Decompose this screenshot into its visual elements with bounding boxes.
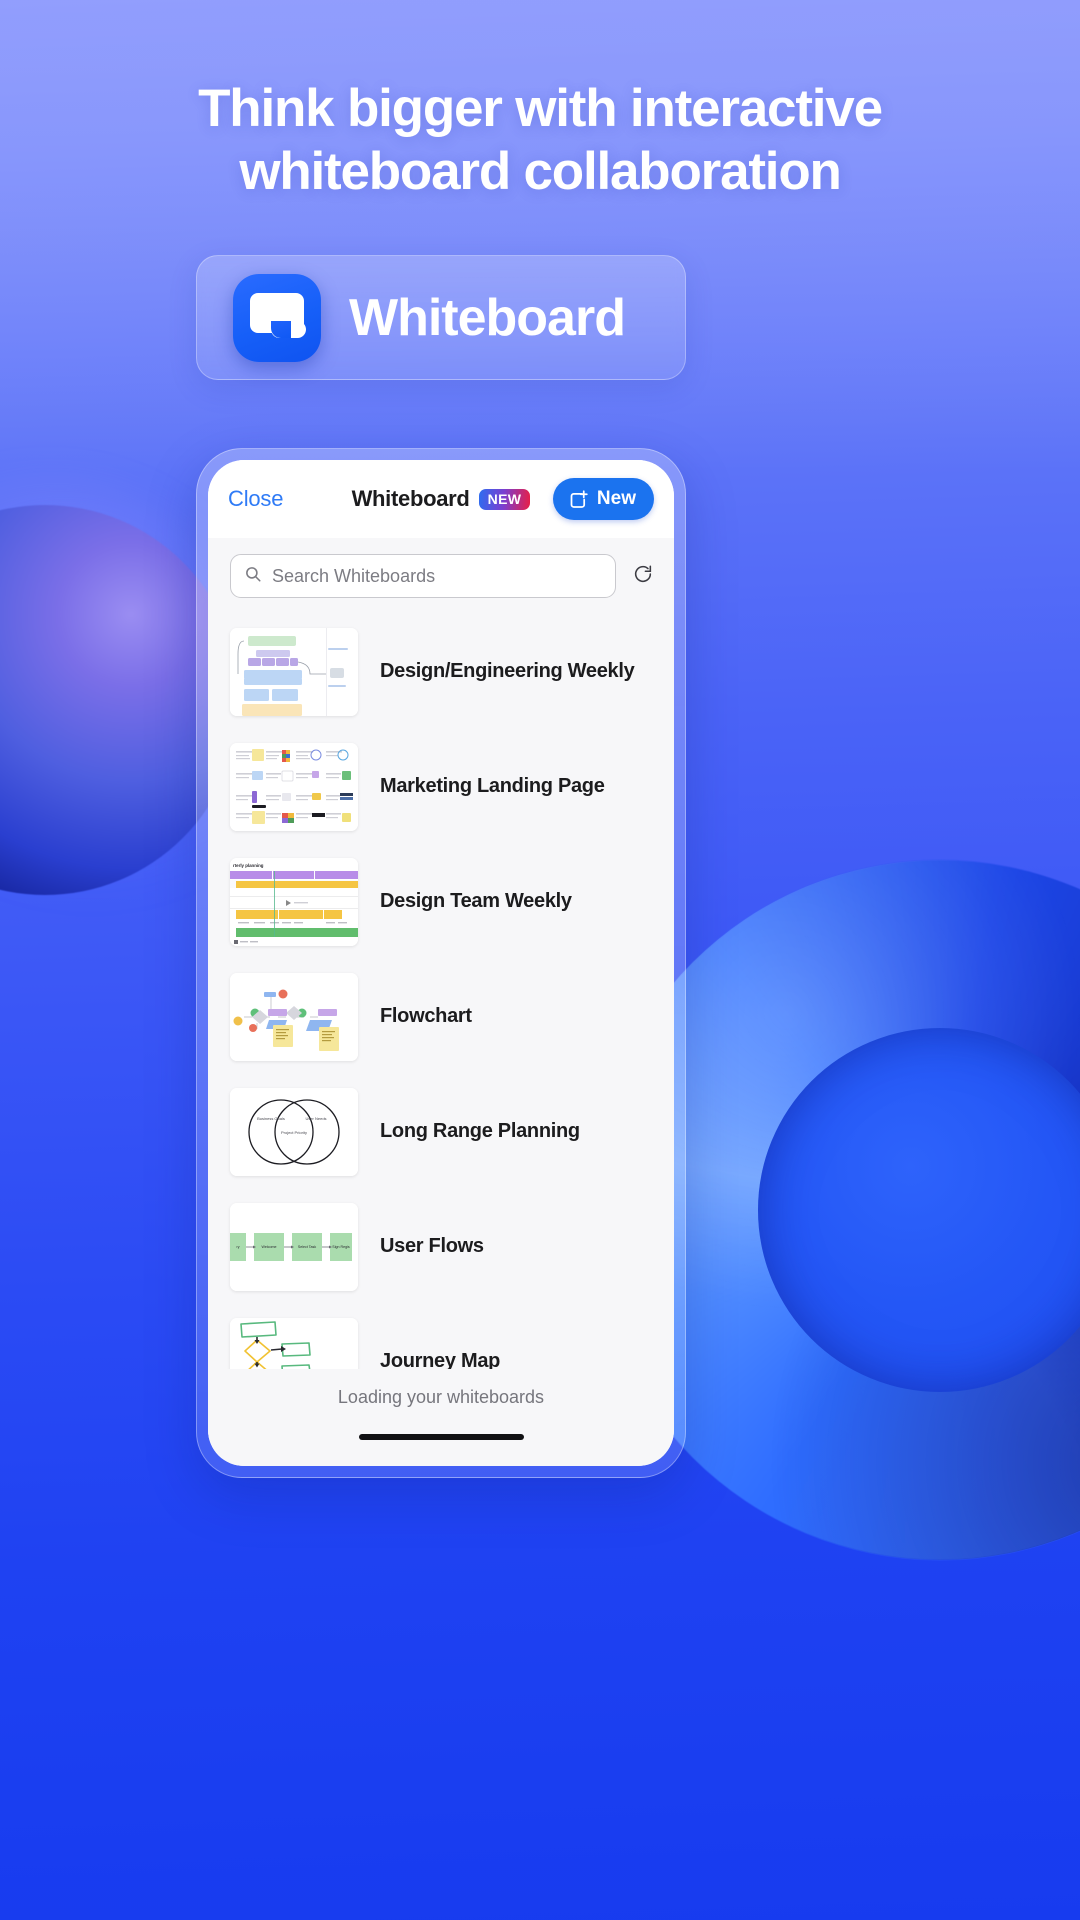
list-item[interactable]: Business Goals User Needs Project Priori… (230, 1074, 674, 1189)
list-item-title: Marketing Landing Page (380, 775, 605, 797)
whiteboard-app-icon (233, 273, 321, 362)
flow-node-label: Select Task (298, 1245, 317, 1249)
list-item[interactable]: Flowchart (230, 959, 674, 1074)
new-whiteboard-button[interactable]: New (552, 478, 654, 520)
phone-screen: Close Whiteboard NEW New Search Whiteboa… (208, 460, 674, 1466)
hero-headline: Think bigger with interactive whiteboard… (198, 79, 883, 201)
venn-label-right: User Needs (305, 1116, 326, 1121)
app-badge-title: Whiteboard (349, 288, 626, 347)
search-row (208, 538, 674, 614)
flow-node-label: Welcome (262, 1245, 277, 1249)
page-title: Whiteboard (351, 486, 470, 511)
list-item-title: Journey Map (380, 1350, 501, 1369)
journey-map-thumbnail (230, 1317, 358, 1369)
list-item[interactable]: Design/Engineering Weekly (230, 614, 674, 729)
home-indicator[interactable] (358, 1434, 524, 1440)
flow-diagram-thumbnail (230, 627, 358, 716)
home-indicator-area (208, 1408, 674, 1466)
search-icon (244, 565, 262, 588)
svg-text:rterly planning: rterly planning (233, 863, 264, 868)
search-input[interactable] (272, 565, 602, 587)
new-status-badge: NEW (478, 488, 531, 510)
new-whiteboard-icon (568, 489, 589, 510)
loading-status: Loading your whiteboards (208, 1369, 674, 1408)
close-button[interactable]: Close (228, 486, 283, 512)
venn-label-left: Business Goals (257, 1116, 285, 1121)
app-badge-card: Whiteboard (196, 255, 686, 380)
list-item[interactable]: ry Welcome Select Task Sign Regis User F… (230, 1189, 674, 1304)
venn-label-center: Project Priority (281, 1130, 307, 1135)
flow-node-label: ry (237, 1245, 240, 1249)
list-item-title: Design Team Weekly (380, 890, 572, 912)
venn-diagram-thumbnail: Business Goals User Needs Project Priori… (230, 1087, 358, 1176)
list-item-title: Flowchart (380, 1005, 472, 1027)
list-item[interactable]: rterly planning Design Team Weekly (230, 844, 674, 959)
new-whiteboard-label: New (596, 488, 636, 509)
sticky-note-grid-thumbnail (230, 742, 358, 831)
phone-frame: Close Whiteboard NEW New Search Whiteboa… (196, 448, 686, 1478)
list-item[interactable]: Marketing Landing Page (230, 729, 674, 844)
list-item-title: Long Range Planning (380, 1120, 580, 1142)
list-item-title: Design/Engineering Weekly (380, 660, 635, 682)
user-flow-thumbnail: ry Welcome Select Task Sign Regis (230, 1202, 358, 1291)
gantt-timeline-thumbnail: rterly planning (230, 857, 358, 946)
background-top-fade (0, 0, 1080, 470)
whiteboard-list: Design/Engineering Weekly Marketing Land… (208, 614, 674, 1369)
search-box[interactable] (230, 554, 616, 598)
list-item-title: User Flows (380, 1235, 484, 1257)
flow-node-label: Sign Regis (332, 1245, 350, 1249)
app-header: Close Whiteboard NEW New (208, 460, 674, 538)
flowchart-thumbnail (230, 972, 358, 1061)
refresh-icon[interactable] (632, 563, 654, 590)
list-item[interactable]: Journey Map (230, 1304, 674, 1369)
